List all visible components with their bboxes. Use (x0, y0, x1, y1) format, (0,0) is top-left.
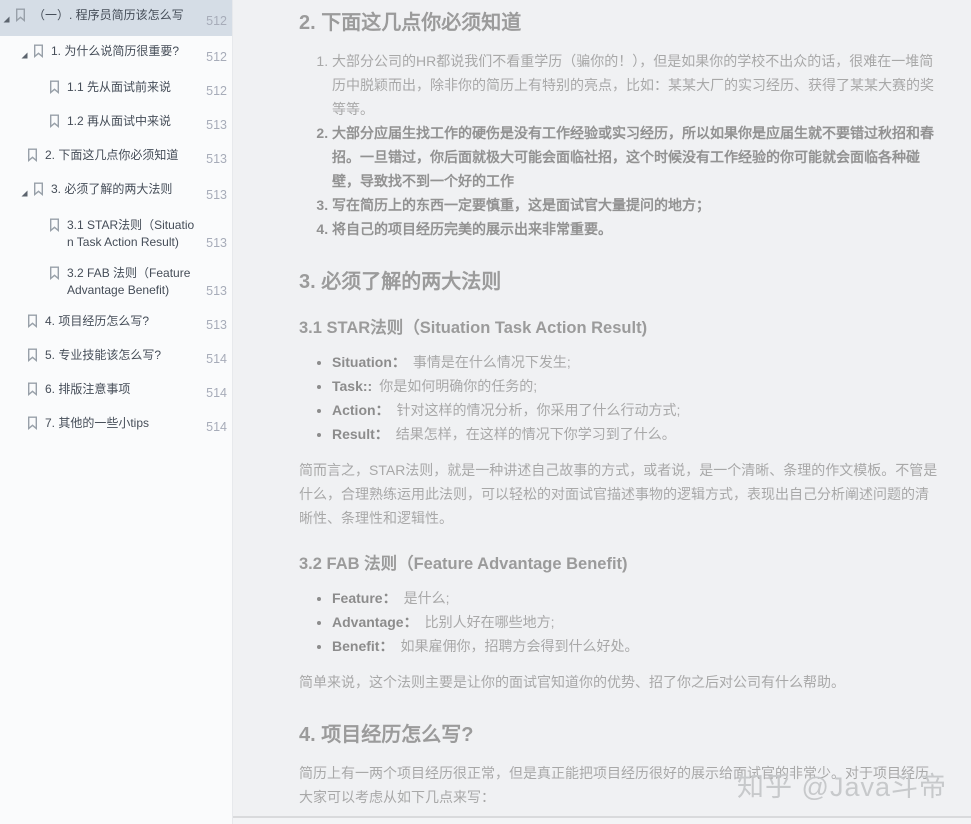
term-label: Task:: (332, 378, 373, 394)
term-label: Result： (332, 426, 389, 442)
bookmark-item[interactable]: 7. 其他的一些小tips 514 (0, 408, 232, 442)
section-3-1-heading: 3.1 STAR法则（Situation Task Action Result) (299, 319, 648, 337)
bookmark-item[interactable]: 3.1 STAR法则（Situation Task Action Result)… (0, 210, 232, 258)
list-item: 大部分应届生找工作的硬伤是没有工作经验或实习经历，所以如果你是应届生就不要错过秋… (332, 121, 941, 193)
bookmark-icon (49, 266, 61, 285)
bookmark-icon (27, 416, 39, 435)
fab-rule-list: Feature： 是什么; Advantage： 比别人好在哪些地方; Benefi… (299, 586, 941, 658)
must-know-list: 大部分公司的HR都说我们不看重学历（骗你的！），但是如果你的学校不出众的话，很难… (299, 49, 941, 241)
bookmark-icon (49, 80, 61, 99)
bookmark-page-number: 512 (206, 84, 227, 98)
term-desc: 是什么; (403, 590, 450, 606)
list-item: Feature： 是什么; (332, 586, 941, 610)
bookmark-item[interactable]: 1. 为什么说简历很重要? 512 (0, 36, 232, 72)
fab-rule-summary: 简单来说，这个法则主要是让你的面试官知道你的优势、招了你之后对公司有什么帮助。 (299, 674, 845, 690)
bookmark-page-number: 513 (206, 118, 227, 132)
bookmark-page-number: 514 (206, 352, 227, 366)
term-desc: 针对这样的情况分析，你采用了什么行动方式; (396, 402, 681, 418)
list-item: 大部分公司的HR都说我们不看重学历（骗你的！），但是如果你的学校不出众的话，很难… (332, 49, 941, 121)
bookmark-label: 1. 为什么说简历很重要? (51, 44, 180, 58)
term-label: Advantage： (332, 614, 418, 630)
bookmark-label: 1.1 先从面试前来说 (67, 80, 172, 94)
bookmark-item[interactable]: 3.2 FAB 法则（Feature Advantage Benefit) 51… (0, 258, 232, 306)
bookmark-label: 4. 项目经历怎么写? (45, 314, 150, 328)
list-item: Benefit： 如果雇佣你，招聘方会得到什么好处。 (332, 634, 941, 658)
bookmark-page-number: 514 (206, 420, 227, 434)
section-3-2-heading: 3.2 FAB 法则（Feature Advantage Benefit) (299, 555, 628, 573)
bookmark-page-number: 512 (206, 14, 227, 28)
document-viewport: 2. 下面这几点你必须知道 大部分公司的HR都说我们不看重学历（骗你的！），但是… (233, 0, 971, 824)
bookmark-item[interactable]: 1.2 再从面试中来说 513 (0, 106, 232, 140)
bookmarks-panel: （一）. 程序员简历该怎么写 512 1. 为什么说简历很重要? 512 1.1… (0, 0, 233, 824)
bookmark-page-number: 513 (206, 318, 227, 332)
bookmark-page-number: 513 (206, 188, 227, 202)
term-label: Situation： (332, 354, 406, 370)
page-gap (233, 818, 971, 824)
section-3-heading: 3. 必须了解的两大法则 (299, 271, 502, 293)
term-desc: 结果怎样，在这样的情况下你学习到了什么。 (395, 426, 676, 442)
bookmark-label: 3.2 FAB 法则（Feature Advantage Benefit) (67, 266, 191, 297)
bookmark-label: 5. 专业技能该怎么写? (45, 348, 162, 362)
expand-triangle-icon[interactable] (20, 185, 33, 203)
bookmark-icon (27, 314, 39, 333)
bookmark-item[interactable]: 6. 排版注意事项 514 (0, 374, 232, 408)
section-2-heading: 2. 下面这几点你必须知道 (299, 12, 522, 34)
term-label: Action： (332, 402, 390, 418)
term-label: Benefit： (332, 638, 394, 654)
term-label: Feature： (332, 590, 397, 606)
bookmark-label: 1.2 再从面试中来说 (67, 114, 172, 128)
zhihu-watermark: 知乎 @Java斗帝 (737, 772, 947, 802)
bookmark-page-number: 513 (206, 284, 227, 298)
list-item: Situation： 事情是在什么情况下发生; (332, 350, 941, 374)
list-item: Action： 针对这样的情况分析，你采用了什么行动方式; (332, 398, 941, 422)
bookmark-item[interactable]: 5. 专业技能该怎么写? 514 (0, 340, 232, 374)
bookmark-icon (15, 8, 27, 27)
bookmark-page-number: 513 (206, 236, 227, 250)
expand-triangle-icon[interactable] (20, 47, 33, 65)
pdf-reader-window: （一）. 程序员简历该怎么写 512 1. 为什么说简历很重要? 512 1.1… (0, 0, 971, 824)
bookmark-icon (27, 348, 39, 367)
bookmark-icon (27, 148, 39, 167)
list-item: Result： 结果怎样，在这样的情况下你学习到了什么。 (332, 422, 941, 446)
star-rule-list: Situation： 事情是在什么情况下发生; Task::你是如何明确你的任务的… (299, 350, 941, 446)
bookmark-label: 3. 必须了解的两大法则 (51, 182, 173, 196)
bookmark-label: 3.1 STAR法则（Situation Task Action Result) (67, 218, 195, 249)
term-desc: 事情是在什么情况下发生; (412, 354, 571, 370)
bookmark-label: 2. 下面这几点你必须知道 (45, 148, 179, 162)
term-desc: 比别人好在哪些地方; (424, 614, 555, 630)
bookmark-item[interactable]: 2. 下面这几点你必须知道 513 (0, 140, 232, 174)
bookmark-item[interactable]: 4. 项目经历怎么写? 513 (0, 306, 232, 340)
document-page: 2. 下面这几点你必须知道 大部分公司的HR都说我们不看重学历（骗你的！），但是… (233, 0, 971, 818)
expand-triangle-icon[interactable] (2, 11, 15, 29)
bookmark-icon (33, 182, 45, 201)
bookmark-page-number: 513 (206, 152, 227, 166)
bookmark-icon (49, 114, 61, 133)
term-desc: 你是如何明确你的任务的; (379, 378, 538, 394)
bookmark-label: 7. 其他的一些小tips (45, 416, 150, 430)
term-desc: 如果雇佣你，招聘方会得到什么好处。 (400, 638, 639, 654)
bookmark-label: 6. 排版注意事项 (45, 382, 131, 396)
bookmark-page-number: 512 (206, 50, 227, 64)
list-item: 写在简历上的东西一定要慎重，这是面试官大量提问的地方； (332, 193, 941, 217)
star-rule-summary: 简而言之，STAR法则，就是一种讲述自己故事的方式，或者说，是一个清晰、条理的作… (299, 462, 938, 526)
list-item: Advantage： 比别人好在哪些地方; (332, 610, 941, 634)
bookmark-icon (33, 44, 45, 63)
bookmark-item[interactable]: （一）. 程序员简历该怎么写 512 (0, 0, 232, 36)
bookmark-item[interactable]: 1.1 先从面试前来说 512 (0, 72, 232, 106)
bookmark-label: （一）. 程序员简历该怎么写 (33, 8, 184, 22)
bookmark-icon (49, 218, 61, 237)
bookmark-item[interactable]: 3. 必须了解的两大法则 513 (0, 174, 232, 210)
bookmark-page-number: 514 (206, 386, 227, 400)
list-item: 将自己的项目经历完美的展示出来非常重要。 (332, 217, 941, 241)
bookmark-icon (27, 382, 39, 401)
section-4-heading: 4. 项目经历怎么写? (299, 724, 474, 746)
list-item: Task::你是如何明确你的任务的; (332, 374, 941, 398)
